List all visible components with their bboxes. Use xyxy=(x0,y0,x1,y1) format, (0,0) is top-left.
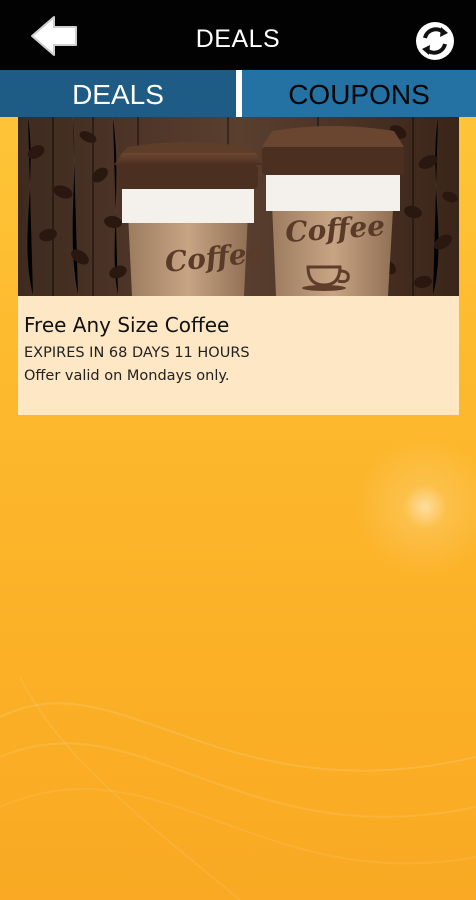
deal-card[interactable]: Coffee Coffee Free Any Size Coffee EXPIR… xyxy=(18,117,459,415)
deal-image: Coffee Coffee xyxy=(18,117,459,296)
tab-bar: DEALS COUPONS xyxy=(0,70,476,117)
deal-title: Free Any Size Coffee xyxy=(24,313,230,337)
refresh-icon xyxy=(416,22,454,60)
refresh-button[interactable] xyxy=(414,20,456,62)
cup-label-right: Coffee xyxy=(284,209,386,249)
tab-coupons[interactable]: COUPONS xyxy=(242,70,476,117)
top-bar: DEALS xyxy=(0,0,476,70)
page-title: DEALS xyxy=(195,25,281,53)
deal-description: Offer valid on Mondays only. xyxy=(24,368,230,384)
tab-deals[interactable]: DEALS xyxy=(0,70,236,117)
deal-expires: EXPIRES IN 68 DAYS 11 HOURS xyxy=(24,345,250,361)
